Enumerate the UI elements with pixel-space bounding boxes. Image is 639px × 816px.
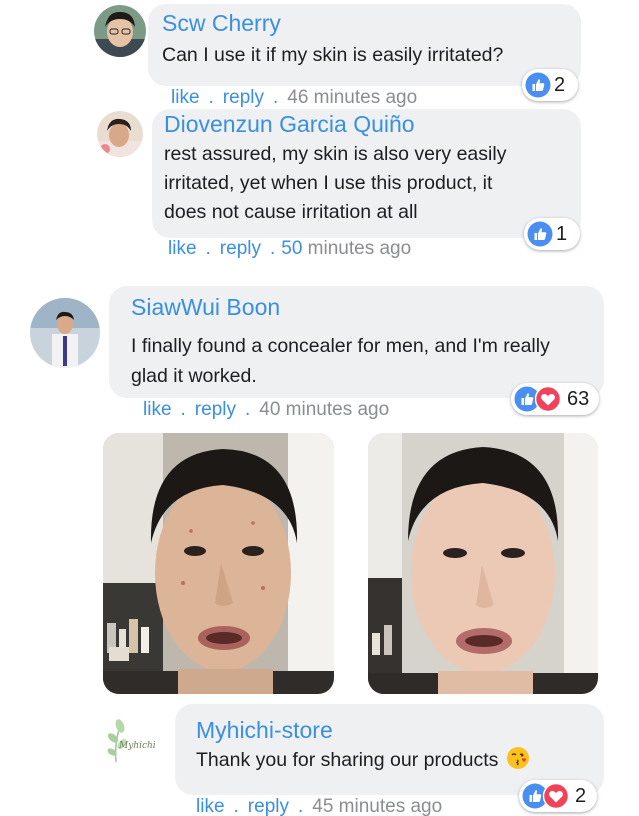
attached-photo-after[interactable] [368,433,598,694]
comment-text: Can I use it if my skin is easily irrita… [162,44,504,66]
comment-text-line: I finally found a concealer for men, and… [131,335,550,357]
comment-author[interactable]: Scw Cherry [162,10,281,37]
comment-text-line: irritated, yet when I use this product, … [164,172,493,194]
reaction-count: 2 [554,73,566,96]
like-link[interactable]: like [168,238,197,259]
comment-author[interactable]: SiawWui Boon [131,294,280,321]
comment-timestamp: 40 minutes ago [259,399,390,420]
love-icon [535,386,561,412]
reaction-count: 1 [556,222,568,245]
like-link[interactable]: like [171,87,200,108]
avatar-scw-cherry[interactable] [94,5,146,57]
reaction-count-pill[interactable]: 2 [522,69,578,101]
like-link[interactable]: like [143,399,172,420]
like-icon [525,72,551,98]
comment-actions: like. reply. 46 minutes ago [171,87,418,108]
avatar-siawwui-boon[interactable] [30,298,100,368]
attached-photo-before[interactable] [103,433,334,694]
reaction-count-pill[interactable]: 2 [519,780,597,812]
love-icon [543,783,569,809]
comment-text-line: rest assured, my skin is also very easil… [164,143,507,165]
comment-text: Thank you for sharing our products [196,746,530,776]
reaction-count-pill[interactable]: 63 [511,383,599,415]
comment-text-content: Thank you for sharing our products [196,749,499,771]
reply-link[interactable]: reply [223,87,264,108]
reply-link[interactable]: reply [195,399,236,420]
like-link[interactable]: like [196,796,225,816]
reaction-count-pill[interactable]: 1 [524,218,580,250]
comment-timestamp: 46 minutes ago [287,87,418,108]
reply-link[interactable]: reply [248,796,289,816]
comment-timestamp-number: 50 [281,238,303,259]
comment-timestamp: 45 minutes ago [312,796,443,816]
like-icon [527,221,553,247]
comment-text-line: does not cause irritation at all [164,201,418,223]
reaction-count: 63 [567,387,590,410]
logo-text: Myhichi [118,741,156,751]
comment-timestamp: minutes ago [302,238,412,259]
comment-author[interactable]: Diovenzun Garcia Quiño [164,111,415,138]
reaction-count: 2 [575,784,587,807]
reply-link[interactable]: reply [220,238,261,259]
avatar-myhichi-store[interactable]: Myhichi [100,710,160,770]
comment-author[interactable]: Myhichi-store [196,717,333,744]
comment-text-line: glad it worked. [131,365,257,387]
comment-actions: like. reply. 45 minutes ago [196,796,443,816]
blow-kiss-emoji [506,747,529,769]
avatar-diovenzun[interactable] [97,111,143,157]
comment-actions: like. reply. 40 minutes ago [143,399,390,420]
comment-actions: like. reply. 50 minutes ago [168,238,412,259]
